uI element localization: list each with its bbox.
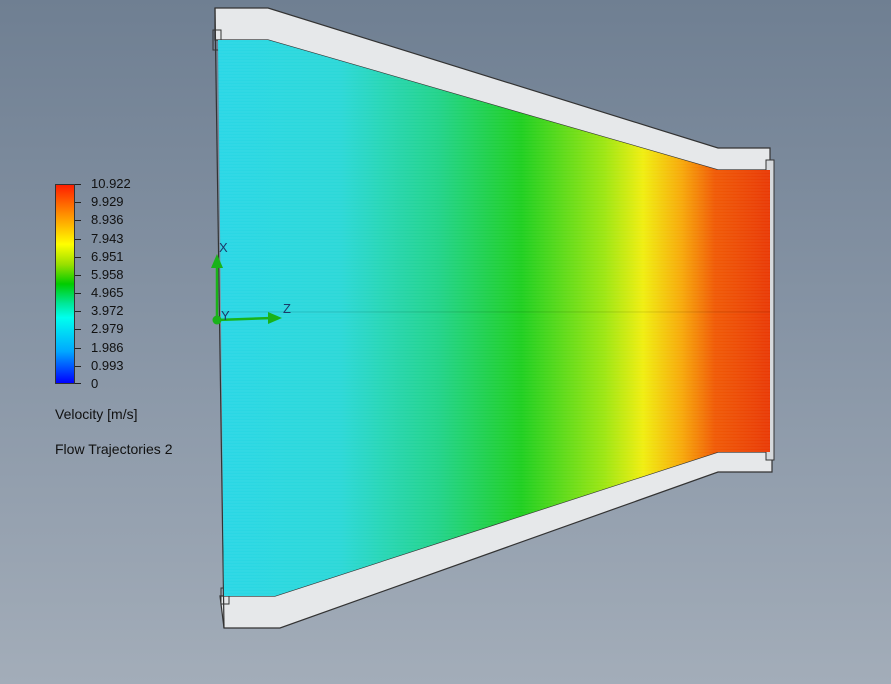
flow-streaks [218, 40, 770, 596]
colorbar-tick [75, 256, 81, 258]
colorbar-tick-label: 2.979 [91, 321, 124, 337]
colorbar-tick-label: 3.972 [91, 303, 124, 319]
flow-trajectories [218, 40, 770, 596]
colorbar-tick [75, 329, 81, 331]
cfd-viewport[interactable]: X Y Z [0, 0, 891, 684]
legend-title: Velocity [m/s] [55, 406, 138, 422]
plot-name: Flow Trajectories 2 [55, 441, 173, 457]
colorbar-tick-label: 6.951 [91, 248, 124, 264]
triad-z-label: Z [283, 301, 291, 316]
colorbar-tick-label: 0 [91, 376, 99, 391]
triad-y-label: Y [221, 308, 230, 323]
colorbar-tick [75, 238, 81, 240]
colorbar-tick-label: 9.929 [91, 194, 124, 210]
colorbar-tick [75, 383, 81, 384]
colorbar-tick-label: 7.943 [91, 230, 124, 246]
velocity-colorbar [55, 184, 75, 384]
colorbar-tick [75, 274, 81, 276]
colorbar-tick [75, 365, 81, 367]
colorbar-tick-label: 8.936 [91, 212, 124, 228]
colorbar-tick-label: 0.993 [91, 357, 124, 373]
colorbar-tick [75, 347, 81, 349]
colorbar-tick [75, 220, 81, 222]
colorbar-tick [75, 311, 81, 313]
colorbar-tick-label: 5.958 [91, 266, 124, 282]
triad-x-label: X [219, 240, 228, 255]
colorbar-tick-label: 4.965 [91, 285, 124, 301]
colorbar-tick-label: 1.986 [91, 339, 124, 355]
colorbar-tick [75, 293, 81, 295]
colorbar-tick [75, 202, 81, 204]
colorbar-tick [75, 184, 81, 185]
colorbar-tick-label: 10.922 [91, 176, 131, 191]
